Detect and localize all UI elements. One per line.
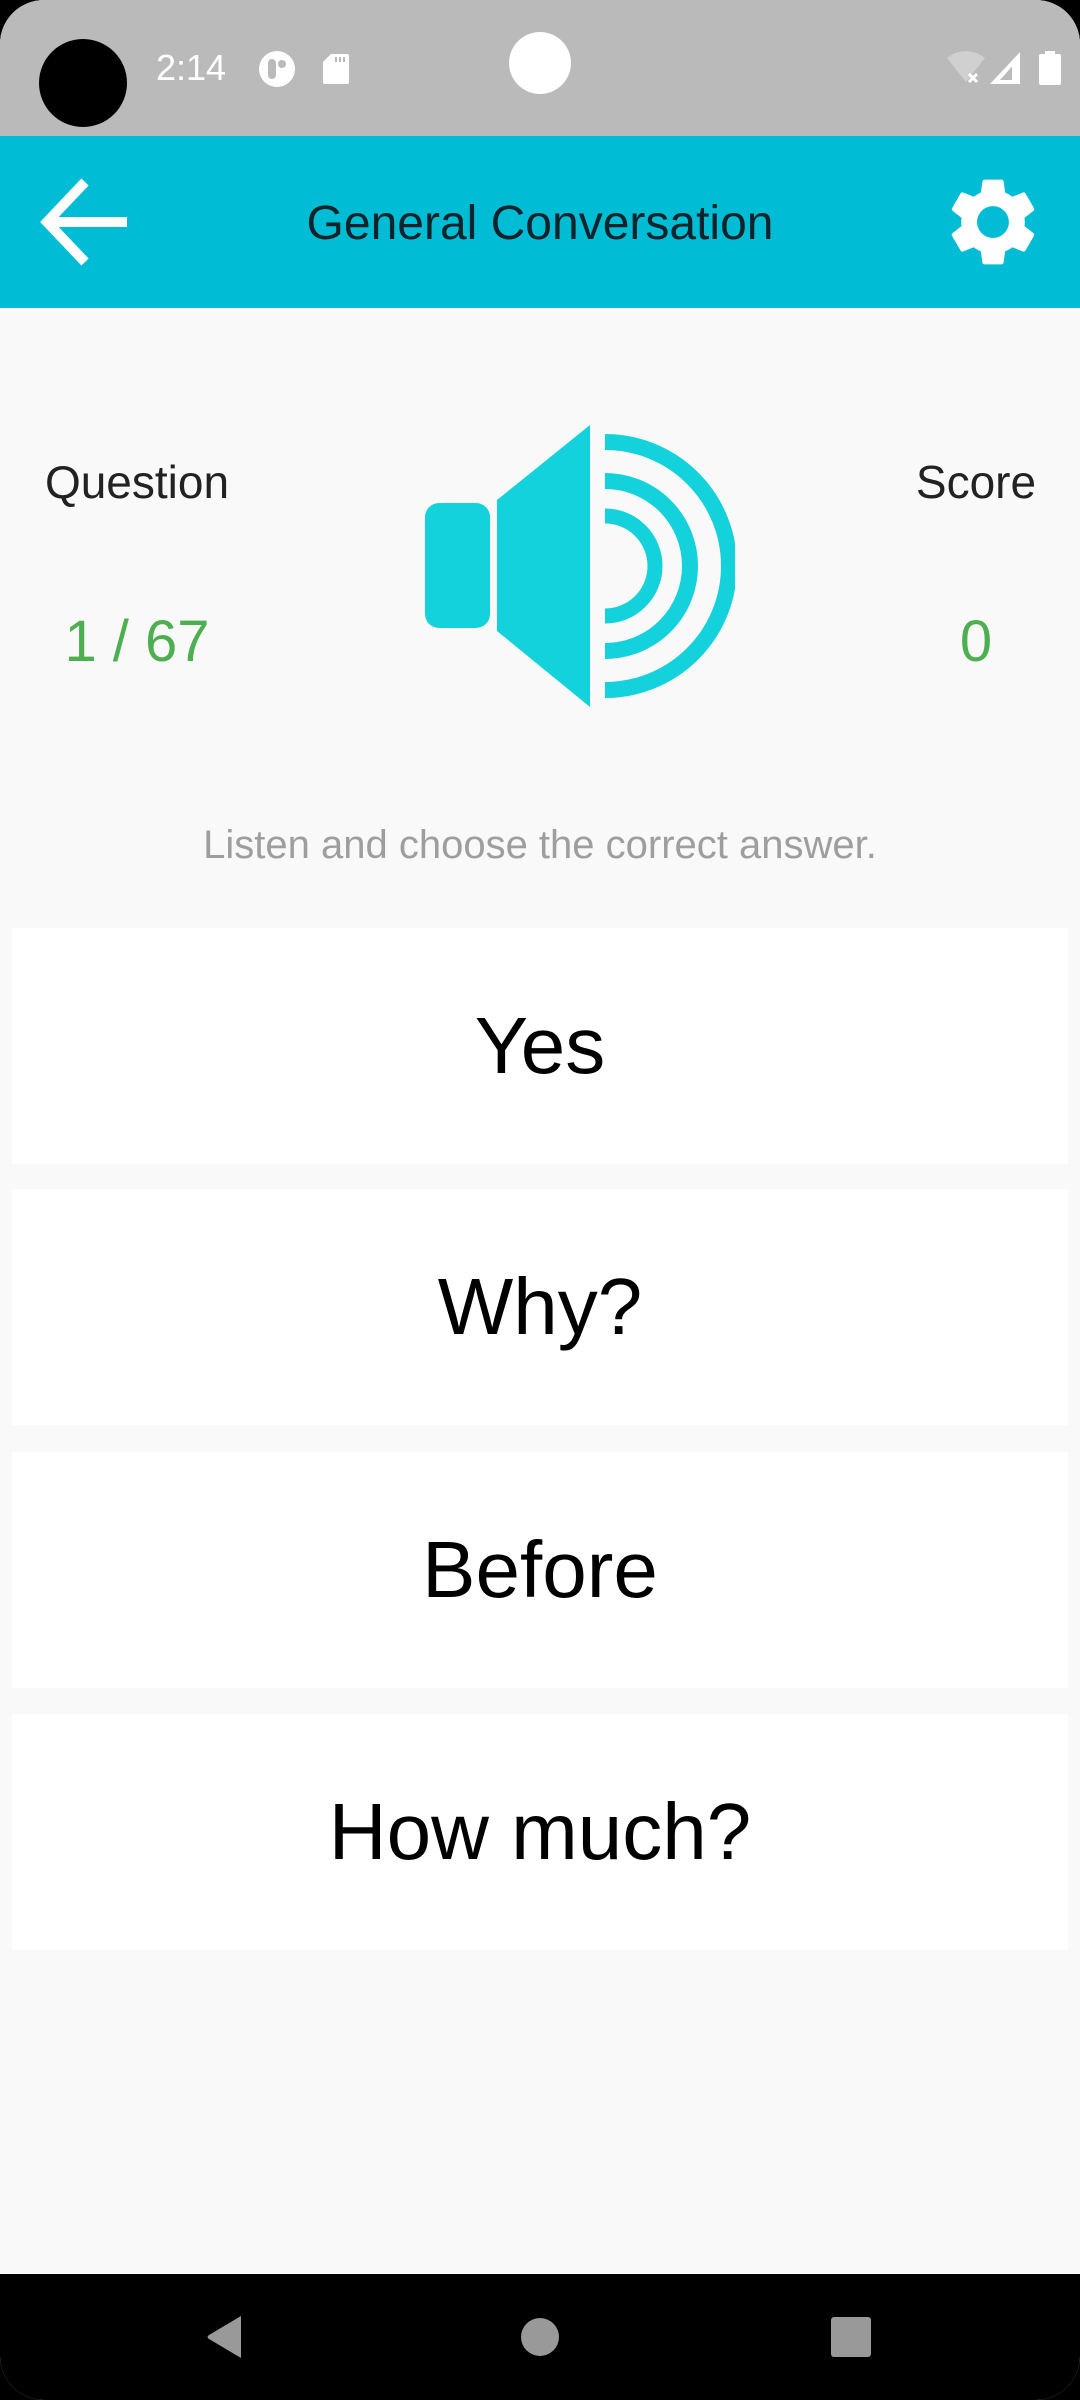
score-label: Score bbox=[915, 456, 1037, 508]
page-title: General Conversation bbox=[306, 197, 774, 250]
battery-icon bbox=[1039, 51, 1061, 85]
answer-label: Why? bbox=[437, 1262, 643, 1351]
answer-option-how-much[interactable]: How much? bbox=[12, 1714, 1068, 1950]
status-center-dot bbox=[509, 32, 571, 94]
question-counter: Question 1 / 67 bbox=[17, 456, 257, 674]
sd-card-icon bbox=[323, 54, 349, 84]
nav-back-icon bbox=[207, 2316, 241, 2358]
nav-home-button[interactable] bbox=[480, 2292, 600, 2382]
play-audio-button[interactable] bbox=[415, 415, 737, 715]
answer-label: Before bbox=[422, 1525, 658, 1614]
settings-button[interactable] bbox=[930, 166, 1056, 278]
nav-recents-icon bbox=[831, 2317, 871, 2357]
camera-cutout bbox=[39, 39, 127, 127]
system-nav-bar bbox=[0, 2274, 1080, 2400]
score-counter: Score 0 bbox=[856, 456, 1080, 674]
answer-label: Yes bbox=[474, 1001, 606, 1090]
answer-option-why[interactable]: Why? bbox=[12, 1189, 1068, 1425]
quiz-screen: 2:14 General Conversation Question 1 / 6… bbox=[0, 0, 1080, 2400]
answer-option-yes[interactable]: Yes bbox=[12, 928, 1068, 1164]
nav-home-icon bbox=[521, 2318, 559, 2356]
status-bar: 2:14 bbox=[0, 0, 1080, 136]
instruction-text: Listen and choose the correct answer. bbox=[203, 823, 877, 867]
cell-signal-icon bbox=[990, 52, 1020, 84]
answer-label: How much? bbox=[328, 1787, 752, 1876]
wifi-off-icon bbox=[947, 51, 985, 84]
toolbar: General Conversation bbox=[0, 136, 1080, 308]
nav-back-button[interactable] bbox=[165, 2292, 285, 2382]
notification-app-icon bbox=[259, 51, 295, 87]
gear-icon bbox=[951, 179, 1035, 265]
question-progress: 1 / 67 bbox=[64, 609, 210, 674]
nav-recents-button[interactable] bbox=[791, 2292, 911, 2382]
answer-option-before[interactable]: Before bbox=[12, 1452, 1068, 1688]
question-label: Question bbox=[44, 456, 230, 508]
score-value: 0 bbox=[959, 609, 993, 674]
status-time: 2:14 bbox=[156, 47, 227, 88]
speaker-icon bbox=[425, 425, 737, 707]
